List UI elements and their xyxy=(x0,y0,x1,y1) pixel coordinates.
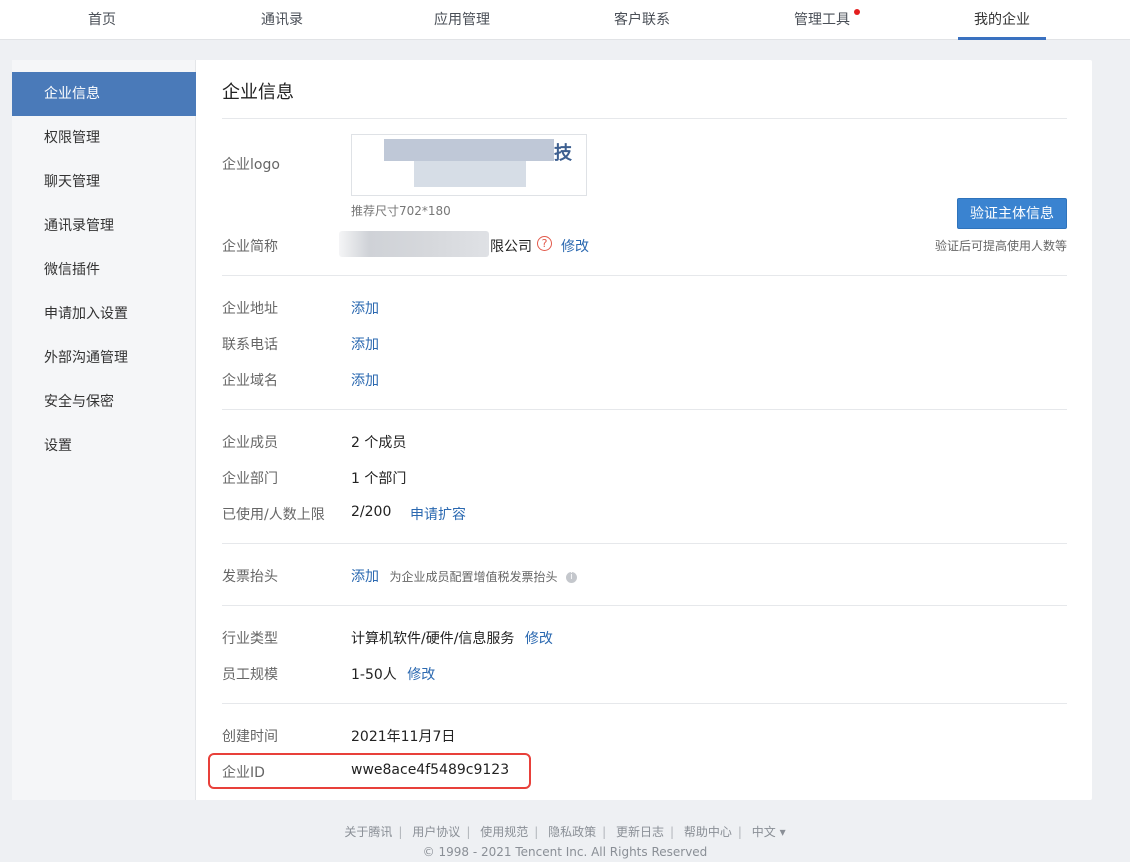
nav-admin-tools[interactable]: 管理工具 xyxy=(778,0,866,40)
industry-label: 行业类型 xyxy=(222,631,278,647)
domain-label: 企业域名 xyxy=(222,373,278,389)
copyright: © 1998 - 2021 Tencent Inc. All Rights Re… xyxy=(422,845,708,859)
logo-blur-top xyxy=(384,139,554,161)
verify-entity-button[interactable]: 验证主体信息 xyxy=(957,198,1067,229)
industry-value: 计算机软件/硬件/信息服务 xyxy=(351,631,515,647)
short-name-suffix: 限公司 xyxy=(490,239,532,255)
nav-customer-contact[interactable]: 客户联系 xyxy=(598,0,686,40)
invoice-row: 添加 为企业成员配置增值税发票抬头 i xyxy=(351,566,577,586)
scale-edit-link[interactable]: 修改 xyxy=(407,667,435,683)
logo-label: 企业logo xyxy=(222,157,280,173)
scale-row: 1-50人 修改 xyxy=(351,664,435,684)
divider xyxy=(222,118,1067,119)
domain-add-link[interactable]: 添加 xyxy=(351,370,379,390)
footer-link-help[interactable]: 帮助中心 xyxy=(684,825,732,839)
divider xyxy=(222,275,1067,276)
divider xyxy=(222,703,1067,704)
usage-value: 2/200 xyxy=(351,504,392,520)
notification-dot xyxy=(854,9,860,15)
short-name-label: 企业简称 xyxy=(222,239,278,255)
phone-add-link[interactable]: 添加 xyxy=(351,334,379,354)
divider xyxy=(222,409,1067,410)
address-add-link[interactable]: 添加 xyxy=(351,298,379,318)
sidebar-item-contacts-management[interactable]: 通讯录管理 xyxy=(12,204,196,248)
industry-row: 计算机软件/硬件/信息服务 修改 xyxy=(351,628,553,648)
invoice-add-link[interactable]: 添加 xyxy=(351,569,379,585)
departments-value: 1 个部门 xyxy=(351,471,407,487)
logo-blur-bottom xyxy=(414,161,526,187)
sidebar: 企业信息 权限管理 聊天管理 通讯录管理 微信插件 申请加入设置 外部沟通管理 … xyxy=(12,60,196,800)
usage-label: 已使用/人数上限 xyxy=(222,507,325,523)
language-selector[interactable]: 中文 ▾ xyxy=(752,825,786,839)
logo-glyph-right: 技 xyxy=(554,143,572,164)
top-nav: 首页 通讯录 应用管理 客户联系 管理工具 我的企业 xyxy=(0,0,1130,40)
divider xyxy=(222,605,1067,606)
address-label: 企业地址 xyxy=(222,301,278,317)
divider xyxy=(222,543,1067,544)
footer-link-terms[interactable]: 用户协议 xyxy=(412,825,460,839)
sidebar-item-security[interactable]: 安全与保密 xyxy=(12,380,196,424)
main-card: 企业信息 权限管理 聊天管理 通讯录管理 微信插件 申请加入设置 外部沟通管理 … xyxy=(12,60,1092,800)
footer-links: 关于腾讯 | 用户协议 | 使用规范 | 隐私政策 | 更新日志 | 帮助中心 | 中文 ▾ xyxy=(344,825,786,839)
nav-my-enterprise[interactable]: 我的企业 xyxy=(958,0,1046,40)
apply-expansion-link[interactable]: 申请扩容 xyxy=(410,504,466,524)
short-name-redacted xyxy=(339,231,489,257)
sidebar-item-external-communication[interactable]: 外部沟通管理 xyxy=(12,336,196,380)
footer-link-rules[interactable]: 使用规范 xyxy=(480,825,528,839)
corp-id-highlight xyxy=(208,753,531,789)
members-label: 企业成员 xyxy=(222,435,278,451)
nav-admin-tools-label: 管理工具 xyxy=(794,12,850,28)
nav-home[interactable]: 首页 xyxy=(58,0,146,40)
logo-size-hint: 推荐尺寸702*180 xyxy=(351,204,451,218)
page-title: 企业信息 xyxy=(222,82,294,103)
sidebar-item-chat-management[interactable]: 聊天管理 xyxy=(12,160,196,204)
invoice-description: 为企业成员配置增值税发票抬头 xyxy=(389,570,558,584)
created-label: 创建时间 xyxy=(222,729,278,745)
scale-label: 员工规模 xyxy=(222,667,278,683)
members-value: 2 个成员 xyxy=(351,435,407,451)
content-panel: 企业信息 企业logo 技 推荐尺寸702*180 验证主体信息 验证后可提高使… xyxy=(196,60,1092,800)
sidebar-item-enterprise-info[interactable]: 企业信息 xyxy=(12,72,196,116)
verify-tip: 验证后可提高使用人数等 xyxy=(934,239,1067,253)
sidebar-item-settings[interactable]: 设置 xyxy=(12,424,196,468)
scale-value: 1-50人 xyxy=(351,667,397,683)
footer-link-changelog[interactable]: 更新日志 xyxy=(616,825,664,839)
industry-edit-link[interactable]: 修改 xyxy=(525,631,553,647)
sidebar-item-join-settings[interactable]: 申请加入设置 xyxy=(12,292,196,336)
short-name-edit-link[interactable]: 修改 xyxy=(561,236,589,256)
info-icon[interactable]: i xyxy=(565,571,577,583)
created-value: 2021年11月7日 xyxy=(351,729,456,745)
sidebar-item-wechat-plugin[interactable]: 微信插件 xyxy=(12,248,196,292)
phone-label: 联系电话 xyxy=(222,337,278,353)
enterprise-logo[interactable]: 技 xyxy=(351,134,587,196)
nav-contacts[interactable]: 通讯录 xyxy=(238,0,326,40)
nav-app-management[interactable]: 应用管理 xyxy=(418,0,506,40)
sidebar-item-permissions[interactable]: 权限管理 xyxy=(12,116,196,160)
help-icon[interactable]: ? xyxy=(537,236,552,251)
footer-link-privacy[interactable]: 隐私政策 xyxy=(548,825,596,839)
invoice-label: 发票抬头 xyxy=(222,569,278,585)
footer-link-about[interactable]: 关于腾讯 xyxy=(344,825,392,839)
departments-label: 企业部门 xyxy=(222,471,278,487)
